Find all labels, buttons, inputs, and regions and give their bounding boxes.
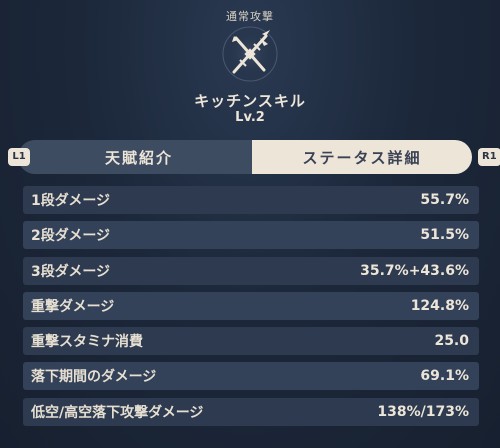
stat-value: 25.0 [434,333,469,350]
stat-value: 124.8% [410,297,469,314]
tab-bar: 天賦紹介 ステータス詳細 L1 R1 [8,140,500,174]
stats-table: 1段ダメージ 55.7% 2段ダメージ 51.5% 3段ダメージ 35.7%+4… [23,186,479,433]
stat-value: 138%/173% [377,403,469,420]
stat-value: 55.7% [420,192,469,208]
stat-label: 3段ダメージ [31,263,111,280]
talent-name: キッチンスキル [194,92,306,110]
stat-value: 35.7%+43.6% [360,262,469,279]
stat-value: 51.5% [420,227,469,244]
talent-level: Lv.2 [235,110,265,125]
stat-label: 1段ダメージ [31,193,111,209]
stat-label: 重撃スタミナ消費 [31,334,143,351]
stat-row: 1段ダメージ 55.7% [23,186,479,214]
stat-row: 重撃スタミナ消費 25.0 [23,327,479,356]
stat-value: 69.1% [420,368,469,385]
stat-row: 低空/高空落下攻撃ダメージ 138%/173% [23,397,479,426]
talent-category: 通常攻撃 [226,10,274,23]
tab-talent-intro[interactable]: 天賦紹介 [18,140,260,174]
stat-label: 落下期間のダメージ [31,369,157,386]
stat-row: 3段ダメージ 35.7%+43.6% [23,256,479,285]
stat-row: 落下期間のダメージ 69.1% [23,362,479,391]
stat-label: 低空/高空落下攻撃ダメージ [31,404,204,421]
tab-stats-detail[interactable]: ステータス詳細 [252,140,472,174]
stat-label: 2段ダメージ [31,228,111,245]
stat-row: 重撃ダメージ 124.8% [23,291,479,320]
l1-button-hint[interactable]: L1 [8,148,30,166]
crossed-spear-icon [220,24,280,84]
r1-button-hint[interactable]: R1 [478,148,500,166]
stat-label: 重撃ダメージ [31,298,115,315]
stat-row: 2段ダメージ 51.5% [23,221,479,250]
